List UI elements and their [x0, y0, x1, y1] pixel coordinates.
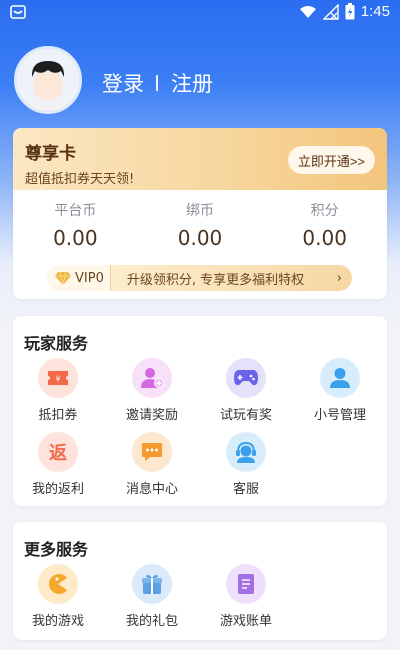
default-avatar-icon: [17, 49, 79, 111]
service-label: 试玩有奖: [219, 408, 272, 423]
gift-icon: [132, 564, 172, 604]
divider: [156, 75, 158, 91]
status-bar: 1:45: [0, 0, 400, 26]
coupon-icon: ¥: [38, 358, 78, 398]
service-coupon[interactable]: ¥ 抵扣券: [13, 358, 103, 423]
balance-stats: 平台币 0.00 绑币 0.00 积分 0.00: [13, 200, 387, 250]
service-trial-reward[interactable]: 试玩有奖: [201, 358, 291, 423]
vip-level-badge: VIP0: [47, 265, 111, 291]
service-game-bills[interactable]: 游戏账单: [201, 564, 291, 629]
account-icon: [320, 358, 360, 398]
stat-points[interactable]: 积分 0.00: [262, 200, 387, 250]
service-rebate[interactable]: 返 我的返利: [13, 432, 103, 497]
bill-icon: [226, 564, 266, 604]
stat-value: 0.00: [53, 226, 98, 250]
vip-upgrade-text: 升级领积分, 专享更多福利特权: [126, 272, 305, 288]
chevron-right-icon: ›: [336, 270, 342, 286]
service-label: 我的礼包: [125, 614, 178, 629]
stat-bound-coin[interactable]: 绑币 0.00: [138, 200, 263, 250]
app-notification-icon: [10, 5, 26, 19]
service-my-games[interactable]: 我的游戏: [13, 564, 103, 629]
section-title: 更多服务: [24, 540, 89, 559]
stat-platform-coin[interactable]: 平台币 0.00: [13, 200, 138, 250]
service-my-gifts[interactable]: 我的礼包: [107, 564, 197, 629]
service-label: 我的返利: [31, 482, 84, 497]
register-link[interactable]: 注册: [171, 68, 213, 98]
service-label: 邀请奖励: [125, 408, 178, 423]
service-label: 游戏账单: [219, 614, 272, 629]
vip-level-text: VIP0: [75, 270, 104, 286]
diamond-icon: [55, 271, 71, 285]
rebate-icon: 返: [38, 432, 78, 472]
account-card: 尊享卡 超值抵扣券天天领! 立即开通>> 平台币 0.00 绑币 0.00 积分…: [13, 128, 387, 299]
section-title: 玩家服务: [24, 334, 89, 353]
game-icon: [38, 564, 78, 604]
message-icon: [132, 432, 172, 472]
rebate-glyph: 返: [49, 443, 67, 464]
vip-card-subtitle: 超值抵扣券天天领!: [25, 172, 135, 187]
avatar[interactable]: [14, 46, 82, 114]
service-label: 我的游戏: [31, 614, 84, 629]
clock: 1:45: [360, 3, 390, 20]
vip-level-bar[interactable]: VIP0 升级领积分, 专享更多福利特权 ›: [47, 265, 352, 291]
signal-icon: [322, 3, 339, 20]
stat-value: 0.00: [302, 226, 347, 250]
svg-text:¥: ¥: [55, 375, 60, 384]
stat-label: 积分: [310, 203, 339, 219]
service-messages[interactable]: 消息中心: [107, 432, 197, 497]
invite-user-icon: [132, 358, 172, 398]
service-label: 小号管理: [313, 408, 366, 423]
customer-service-icon: [226, 432, 266, 472]
vip-card-title: 尊享卡: [25, 144, 76, 164]
service-label: 抵扣券: [38, 408, 78, 423]
service-invite[interactable]: 邀请奖励: [107, 358, 197, 423]
service-customer-support[interactable]: 客服: [201, 432, 291, 497]
player-services-panel: 玩家服务 ¥ 抵扣券 邀请奖励 试玩有奖 小号管理 返 我的返利 消息中心 客服: [13, 316, 387, 506]
open-now-button[interactable]: 立即开通>>: [287, 146, 375, 174]
gamepad-icon: [226, 358, 266, 398]
stat-label: 平台币: [54, 203, 97, 219]
stat-label: 绑币: [186, 203, 214, 219]
login-link[interactable]: 登录: [102, 68, 144, 98]
more-services-panel: 更多服务 我的游戏 我的礼包 游戏账单: [13, 522, 387, 640]
service-sub-accounts[interactable]: 小号管理: [295, 358, 385, 423]
auth-links: 登录 注册: [102, 68, 213, 98]
wifi-icon: [299, 5, 316, 18]
vip-card-banner[interactable]: 尊享卡 超值抵扣券天天领! 立即开通>>: [13, 128, 387, 190]
stat-value: 0.00: [177, 226, 223, 250]
service-label: 客服: [232, 482, 259, 497]
battery-icon: [345, 3, 355, 20]
service-label: 消息中心: [125, 482, 178, 497]
